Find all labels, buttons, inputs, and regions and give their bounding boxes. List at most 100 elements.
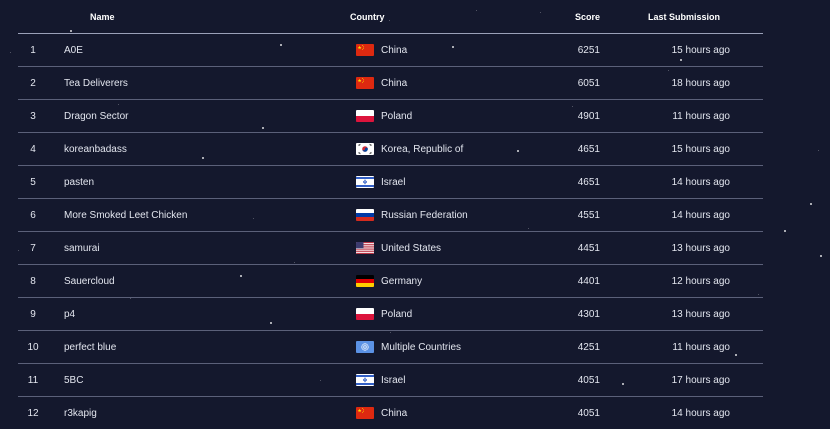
country-cell: Poland: [338, 110, 516, 122]
team-name-link[interactable]: koreanbadass: [48, 144, 338, 155]
score-cell: 6051: [577, 77, 600, 89]
score-cell: 4901: [577, 110, 600, 122]
table-row[interactable]: 8 Sauercloud Germany 4401 12 hours ago: [18, 265, 763, 298]
score-cell: 4551: [577, 209, 600, 221]
score-cell: 6251: [577, 44, 600, 56]
last-submission-cell: 15 hours ago: [671, 143, 730, 155]
table-row[interactable]: 4 koreanbadass Korea, Republic of 4651 15 ho…: [18, 133, 763, 166]
score-cell: 4651: [577, 176, 600, 188]
country-name: Russian Federation: [381, 209, 468, 221]
country-name: Poland: [381, 110, 413, 122]
country-name: United States: [381, 242, 442, 254]
country-name: Israel: [381, 176, 406, 188]
table-row[interactable]: 12 r3kapig China 4051 14 hours ago: [18, 397, 763, 429]
team-name-link[interactable]: perfect blue: [48, 342, 338, 353]
country-cell: Germany: [338, 275, 516, 287]
country-cell: Russian Federation: [338, 209, 516, 221]
rank-cell: 5: [30, 176, 36, 188]
last-submission-cell: 17 hours ago: [671, 374, 730, 386]
china-flag-icon: [356, 77, 374, 89]
team-name-link[interactable]: 5BC: [48, 375, 338, 386]
score-cell: 4301: [577, 308, 600, 320]
usa-flag-icon: [356, 242, 374, 254]
china-flag-icon: [356, 407, 374, 419]
country-name: China: [381, 44, 408, 56]
last-submission-cell: 14 hours ago: [671, 209, 730, 221]
rank-cell: 11: [27, 374, 39, 386]
score-column-header[interactable]: Score: [510, 12, 600, 22]
rank-cell: 8: [30, 275, 36, 287]
country-cell: Israel: [338, 176, 516, 188]
country-name: Germany: [381, 275, 423, 287]
rank-cell: 4: [30, 143, 36, 155]
team-name-link[interactable]: A0E: [48, 45, 338, 56]
rank-cell: 9: [30, 308, 36, 320]
table-row[interactable]: 1 A0E China 6251 15 hours ago: [18, 34, 763, 67]
table-body: 1 A0E China 6251 15 hours ago 2 Tea Deliverers…: [18, 34, 763, 429]
country-cell: United States: [338, 242, 516, 254]
last-submission-cell: 14 hours ago: [671, 407, 730, 419]
country-name: Israel: [381, 374, 406, 386]
last-submission-cell: 15 hours ago: [671, 44, 730, 56]
country-cell: China: [338, 407, 516, 419]
country-name: Multiple Countries: [381, 341, 462, 353]
team-name-link[interactable]: Sauercloud: [48, 276, 338, 287]
table-row[interactable]: 10 perfect blue Multiple Countries 4251 11 h…: [18, 331, 763, 364]
country-name: Poland: [381, 308, 413, 320]
table-row[interactable]: 5 pasten Israel 4651 14 hours ago: [18, 166, 763, 199]
rank-cell: 10: [27, 341, 39, 353]
poland-flag-icon: [356, 308, 374, 320]
team-name-link[interactable]: More Smoked Leet Chicken: [48, 210, 338, 221]
poland-flag-icon: [356, 110, 374, 122]
scoreboard-table: Name Country Score Last Submission 1 A0E C…: [18, 0, 763, 429]
table-row[interactable]: 9 p4 Poland 4301 13 hours ago: [18, 298, 763, 331]
rank-cell: 7: [30, 242, 36, 254]
table-header: Name Country Score Last Submission: [18, 0, 763, 34]
country-cell: Korea, Republic of: [338, 143, 516, 155]
team-name-link[interactable]: samurai: [48, 243, 338, 254]
table-row[interactable]: 2 Tea Deliverers China 6051 18 hours ago: [18, 67, 763, 100]
last-submission-column-header[interactable]: Last Submission: [600, 12, 750, 22]
israel-flag-icon: [356, 374, 374, 386]
rank-cell: 3: [30, 110, 36, 122]
score-cell: 4451: [577, 242, 600, 254]
rank-cell: 6: [30, 209, 36, 221]
score-cell: 4051: [577, 374, 600, 386]
last-submission-cell: 14 hours ago: [671, 176, 730, 188]
country-name: China: [381, 407, 408, 419]
table-row[interactable]: 6 More Smoked Leet Chicken Russian Federat…: [18, 199, 763, 232]
country-cell: China: [338, 44, 516, 56]
last-submission-cell: 18 hours ago: [671, 77, 730, 89]
team-name-link[interactable]: r3kapig: [48, 408, 338, 419]
team-name-link[interactable]: p4: [48, 309, 338, 320]
score-cell: 4401: [577, 275, 600, 287]
last-submission-cell: 11 hours ago: [672, 341, 730, 353]
germany-flag-icon: [356, 275, 374, 287]
country-cell: Israel: [338, 374, 516, 386]
country-column-header[interactable]: Country: [338, 12, 510, 22]
table-row[interactable]: 3 Dragon Sector Poland 4901 11 hours ago: [18, 100, 763, 133]
last-submission-cell: 12 hours ago: [671, 275, 730, 287]
country-cell: Poland: [338, 308, 516, 320]
last-submission-cell: 13 hours ago: [671, 242, 730, 254]
score-cell: 4251: [577, 341, 600, 353]
rank-cell: 1: [30, 44, 36, 56]
team-name-link[interactable]: pasten: [48, 177, 338, 188]
team-name-link[interactable]: Dragon Sector: [48, 111, 338, 122]
table-row[interactable]: 7 samurai United States 4451 13 hours ago: [18, 232, 763, 265]
russia-flag-icon: [356, 209, 374, 221]
score-cell: 4051: [577, 407, 600, 419]
country-name: China: [381, 77, 408, 89]
last-submission-cell: 11 hours ago: [672, 110, 730, 122]
name-column-header[interactable]: Name: [48, 12, 338, 22]
rank-cell: 2: [30, 77, 36, 89]
team-name-link[interactable]: Tea Deliverers: [48, 78, 338, 89]
country-cell: Multiple Countries: [338, 341, 516, 353]
last-submission-cell: 13 hours ago: [671, 308, 730, 320]
united-nations-flag-icon: [356, 341, 374, 353]
country-cell: China: [338, 77, 516, 89]
south-korea-flag-icon: [356, 143, 374, 155]
table-row[interactable]: 11 5BC Israel 4051 17 hours ago: [18, 364, 763, 397]
score-cell: 4651: [577, 143, 600, 155]
rank-cell: 12: [27, 407, 39, 419]
